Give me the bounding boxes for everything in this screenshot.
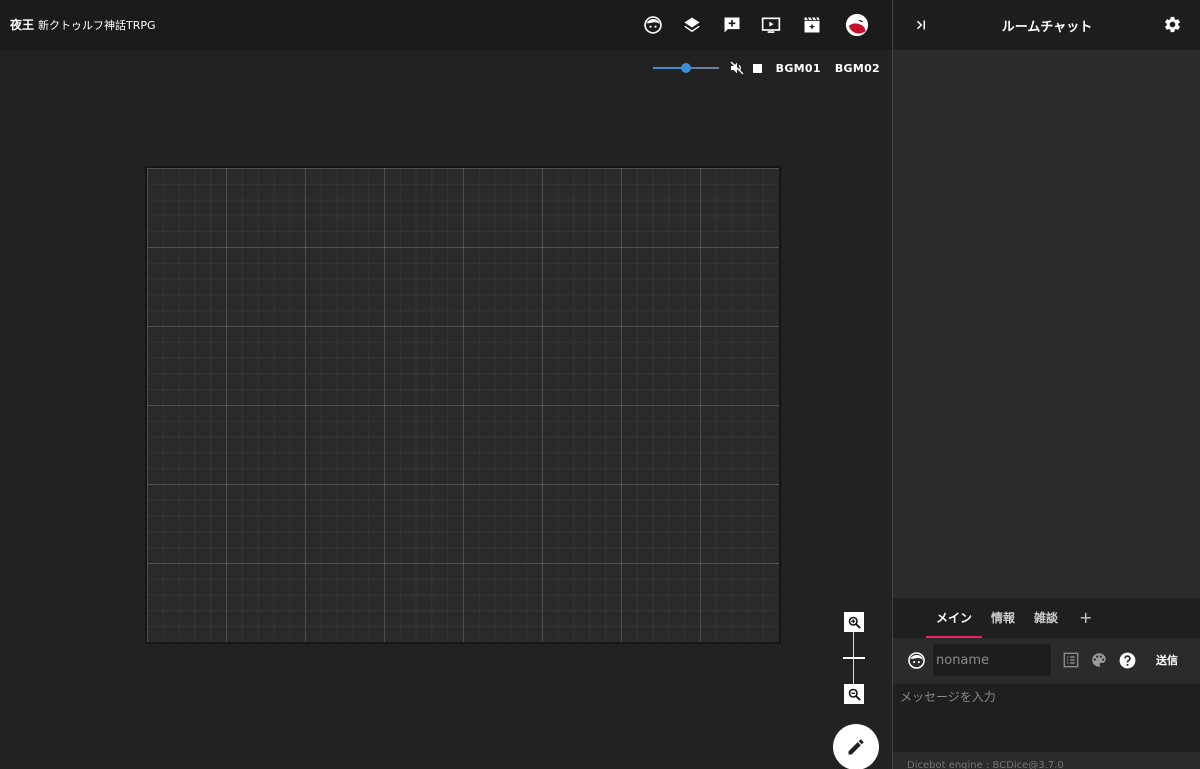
user-avatar-icon[interactable]	[844, 12, 870, 38]
chat-title: ルームチャット	[1001, 20, 1093, 35]
chat-header: ルームチャット	[893, 0, 1200, 50]
bgm02-button[interactable]: BGM02	[835, 62, 880, 75]
main-area: 夜王 新クトゥルフ神話TRPG BGM01 BGM02	[0, 0, 892, 769]
character-name-input[interactable]	[933, 644, 1051, 676]
layers-icon[interactable]	[680, 13, 704, 37]
room-chat-panel: ルームチャット メイン 情報 雑談 + 送信 Dicebot engine : …	[892, 0, 1200, 769]
zoom-control	[843, 612, 865, 704]
zoom-thumb[interactable]	[843, 657, 865, 659]
chat-tab-bar: メイン 情報 雑談 +	[893, 598, 1200, 638]
bgm-controls: BGM01 BGM02	[652, 58, 880, 78]
map-board[interactable]	[145, 166, 781, 644]
send-button[interactable]: 送信	[1156, 652, 1178, 668]
dicebot-engine-info: Dicebot engine : BCDice@3.7.0	[907, 760, 1064, 769]
pencil-icon	[848, 739, 864, 755]
tab-chitchat[interactable]: 雑談	[1031, 598, 1061, 638]
room-name: 新クトゥルフ神話TRPG	[38, 19, 156, 32]
help-icon[interactable]	[1117, 650, 1137, 670]
add-comment-icon[interactable]	[720, 13, 744, 37]
face-icon[interactable]	[641, 13, 665, 37]
brand-name: 夜王	[10, 18, 35, 32]
screen-play-icon[interactable]	[759, 13, 783, 37]
volume-slider[interactable]	[652, 58, 719, 78]
volume-thumb[interactable]	[680, 63, 691, 73]
movie-edit-icon[interactable]	[800, 13, 824, 37]
tab-info[interactable]: 情報	[988, 598, 1018, 638]
zoom-in-icon	[848, 616, 861, 629]
bgm01-button[interactable]: BGM01	[776, 62, 821, 75]
tab-main[interactable]: メイン	[926, 598, 982, 638]
chat-log[interactable]	[893, 50, 1200, 598]
edit-fab-button[interactable]	[833, 724, 879, 769]
chat-input-row: 送信	[893, 638, 1200, 684]
volume-off-icon[interactable]	[729, 60, 745, 76]
zoom-in-button[interactable]	[844, 612, 864, 632]
stop-icon[interactable]	[752, 63, 762, 73]
zoom-out-icon	[848, 688, 861, 701]
app-title: 夜王 新クトゥルフ神話TRPG	[10, 16, 156, 33]
list-icon[interactable]	[1061, 650, 1081, 670]
palette-icon[interactable]	[1089, 650, 1109, 670]
top-toolbar: 夜王 新クトゥルフ神話TRPG	[0, 0, 892, 50]
message-input[interactable]	[893, 684, 1200, 752]
message-area	[893, 684, 1200, 752]
settings-gear-icon[interactable]	[1161, 13, 1183, 35]
add-tab-button[interactable]: +	[1079, 598, 1092, 638]
zoom-out-button[interactable]	[844, 684, 864, 704]
character-face-icon[interactable]	[906, 650, 926, 670]
